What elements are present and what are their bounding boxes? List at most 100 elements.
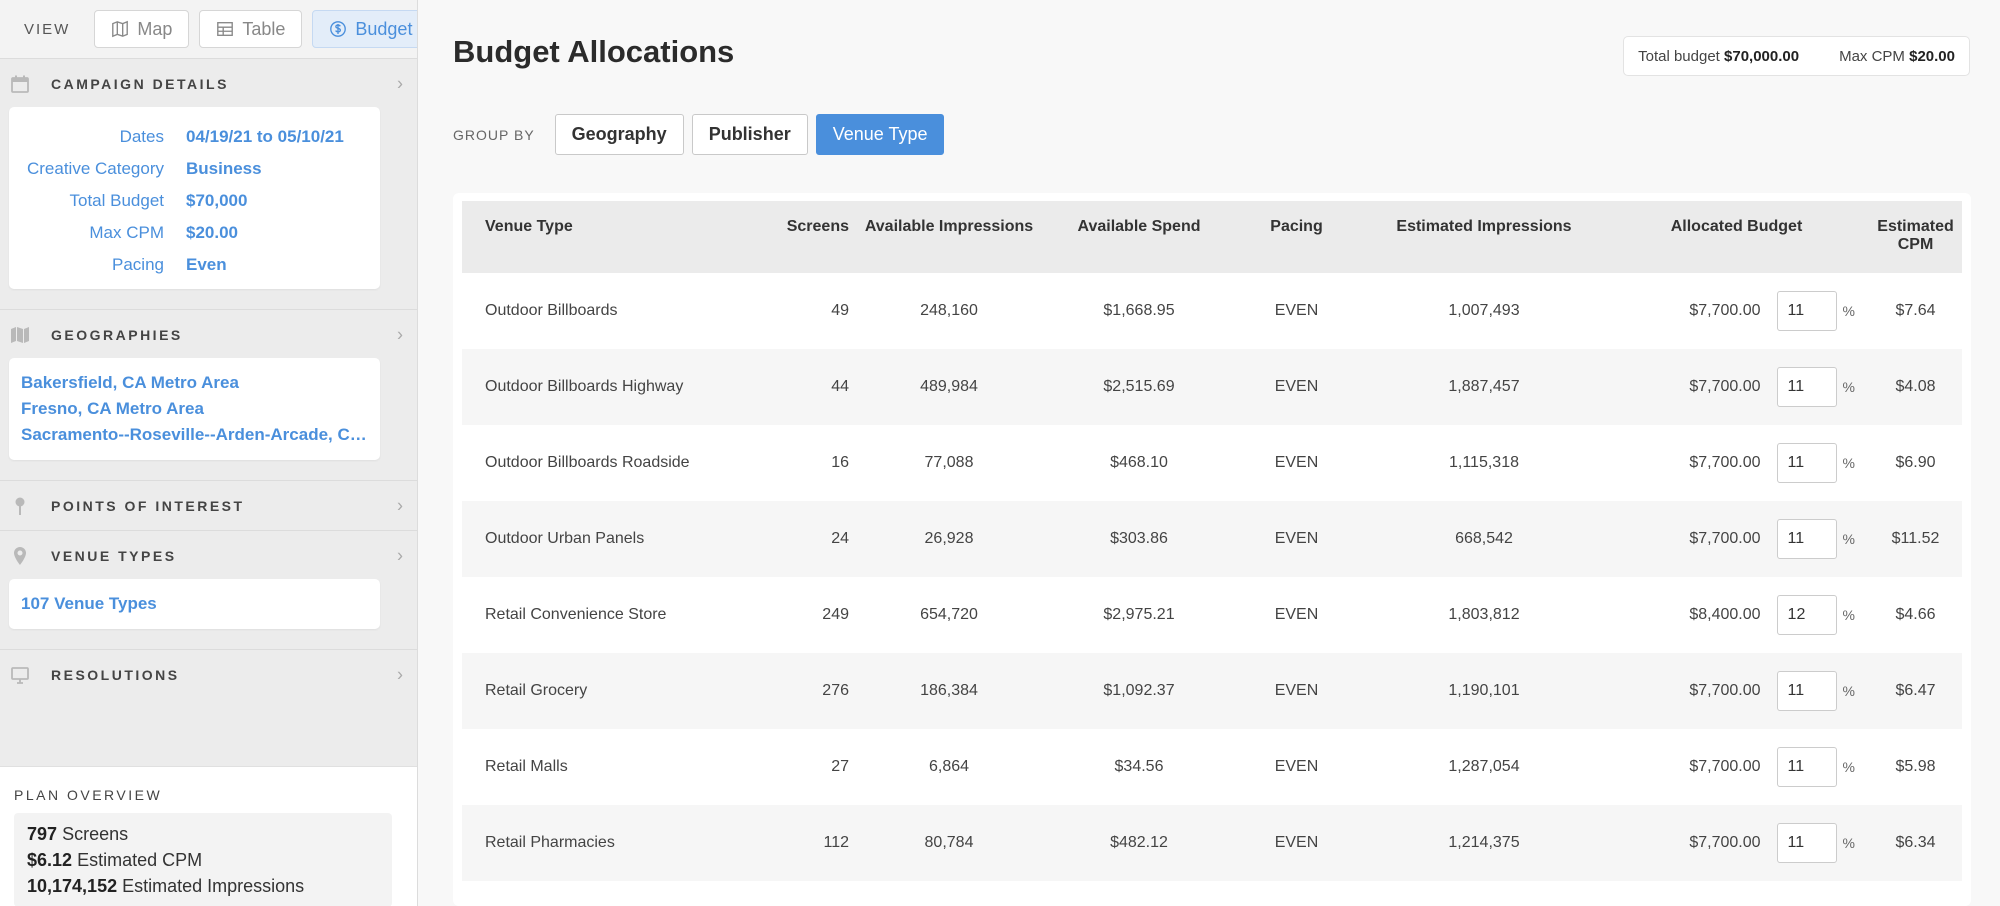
allocation-percent-input[interactable] bbox=[1776, 595, 1837, 635]
venue-types-card: 107 Venue Types bbox=[9, 579, 380, 629]
cell-pacing: EVEN bbox=[1274, 454, 1319, 471]
cell-screens: 49 bbox=[831, 302, 849, 319]
cell-allocated-budget: $7,700.00 % bbox=[1604, 273, 1869, 349]
detail-key: Dates bbox=[119, 127, 164, 146]
cell-allocated-budget: $7,700.00 % bbox=[1604, 425, 1869, 501]
cell-estimated-cpm: $6.34 bbox=[1895, 834, 1936, 851]
group-by-label: GROUP BY bbox=[453, 126, 535, 143]
detail-value: Business bbox=[186, 159, 262, 178]
allocation-control: $7,700.00 % bbox=[1604, 367, 1869, 407]
cell-available-impressions: 654,720 bbox=[920, 606, 978, 623]
cell-screens: 276 bbox=[822, 682, 849, 699]
table-row: Outdoor Billboards Roadside 16 77,088 $4… bbox=[462, 425, 1962, 501]
cell-estimated-impressions: 1,214,375 bbox=[1448, 834, 1520, 851]
header-allocated-budget[interactable]: Allocated Budget bbox=[1604, 201, 1869, 273]
allocation-control: $7,700.00 % bbox=[1604, 443, 1869, 483]
cell-estimated-impressions: 1,887,457 bbox=[1448, 378, 1520, 395]
venue-types-header[interactable]: VENUE TYPES › bbox=[0, 531, 417, 581]
table-view-button[interactable]: Table bbox=[199, 10, 303, 48]
detail-row-pacing: Pacing Even bbox=[9, 249, 380, 281]
header-venue-type[interactable]: Venue Type bbox=[462, 201, 742, 273]
campaign-details-header[interactable]: CAMPAIGN DETAILS › bbox=[0, 59, 417, 109]
allocation-percent-input[interactable] bbox=[1776, 823, 1837, 863]
allocation-control: $7,700.00 % bbox=[1604, 291, 1869, 331]
geographies-header[interactable]: GEOGRAPHIES › bbox=[0, 310, 417, 360]
header-pacing[interactable]: Pacing bbox=[1229, 201, 1364, 273]
group-by-venue-type-button[interactable]: Venue Type bbox=[815, 114, 945, 155]
header-estimated-impressions[interactable]: Estimated Impressions bbox=[1364, 201, 1604, 273]
detail-key: Total Budget bbox=[69, 191, 164, 210]
allocation-percent-input[interactable] bbox=[1776, 291, 1837, 331]
chevron-right-icon: › bbox=[397, 545, 403, 566]
allocation-percent-input[interactable] bbox=[1776, 443, 1837, 483]
cell-available-spend: $2,975.21 bbox=[1103, 606, 1175, 623]
cell-available-spend: $482.12 bbox=[1110, 834, 1168, 851]
map-view-button[interactable]: Map bbox=[94, 10, 190, 48]
cell-screens: 44 bbox=[831, 378, 849, 395]
group-by-geography-button[interactable]: Geography bbox=[554, 114, 684, 155]
allocations-table: Venue Type Screens Available Impressions… bbox=[462, 201, 1962, 881]
table-header-row: Venue Type Screens Available Impressions… bbox=[462, 201, 1962, 273]
cell-available-impressions: 26,928 bbox=[924, 530, 974, 547]
plan-overview-title: PLAN OVERVIEW bbox=[14, 787, 163, 803]
cell-available-spend: $34.56 bbox=[1114, 758, 1164, 775]
detail-row-dates: Dates 04/19/21 to 05/10/21 bbox=[9, 121, 380, 153]
plan-impressions-label: Estimated Impressions bbox=[122, 876, 305, 896]
main-content: Budget Allocations Total budget $70,000.… bbox=[419, 0, 2000, 906]
header-available-impressions[interactable]: Available Impressions bbox=[849, 201, 1049, 273]
total-budget-value: $70,000.00 bbox=[1724, 47, 1800, 65]
cell-available-impressions: 77,088 bbox=[924, 454, 974, 471]
geography-item: Bakersfield, CA Metro Area bbox=[21, 373, 239, 392]
allocation-percent-input[interactable] bbox=[1776, 747, 1837, 787]
cell-estimated-cpm: $7.64 bbox=[1895, 302, 1936, 319]
cell-venue-type: Retail Grocery bbox=[485, 682, 588, 699]
allocation-control: $7,700.00 % bbox=[1604, 671, 1869, 711]
header-estimated-cpm[interactable]: Estimated CPM bbox=[1869, 201, 1962, 273]
table-row: Retail Convenience Store 249 654,720 $2,… bbox=[462, 577, 1962, 653]
allocation-percent-input[interactable] bbox=[1776, 519, 1837, 559]
header-available-spend[interactable]: Available Spend bbox=[1049, 201, 1229, 273]
budget-view-button[interactable]: Budget bbox=[312, 10, 417, 48]
chevron-right-icon: › bbox=[397, 495, 403, 515]
campaign-details-title: CAMPAIGN DETAILS bbox=[51, 76, 229, 92]
table-row: Retail Malls 27 6,864 $34.56 EVEN 1,287,… bbox=[462, 729, 1962, 805]
cell-available-impressions: 80,784 bbox=[924, 834, 974, 851]
detail-key: Max CPM bbox=[89, 223, 164, 242]
cell-estimated-impressions: 1,115,318 bbox=[1449, 454, 1519, 471]
plan-screens-label: Screens bbox=[62, 824, 129, 844]
cell-allocated-budget: $7,700.00 % bbox=[1604, 653, 1869, 729]
plan-screens-value: 797 bbox=[27, 824, 58, 844]
resolutions-header[interactable]: RESOLUTIONS › bbox=[0, 650, 417, 700]
group-by-publisher-button[interactable]: Publisher bbox=[691, 114, 808, 155]
allocation-percent-input[interactable] bbox=[1776, 671, 1837, 711]
allocated-amount: $7,700.00 bbox=[1689, 834, 1761, 851]
plan-impressions: 10,174,152 Estimated Impressions bbox=[27, 873, 379, 899]
allocated-amount: $7,700.00 bbox=[1689, 530, 1761, 547]
cell-estimated-cpm: $4.66 bbox=[1895, 606, 1936, 623]
geographies-title: GEOGRAPHIES bbox=[51, 327, 183, 343]
cell-estimated-cpm: $4.08 bbox=[1895, 378, 1936, 395]
table-body: Outdoor Billboards 49 248,160 $1,668.95 … bbox=[462, 273, 1962, 881]
allocation-percent-input[interactable] bbox=[1776, 367, 1837, 407]
percent-symbol: % bbox=[1842, 683, 1855, 699]
geography-item: Fresno, CA Metro Area bbox=[21, 399, 204, 418]
max-cpm-value: $20.00 bbox=[1909, 47, 1955, 65]
venue-types-title: VENUE TYPES bbox=[51, 548, 177, 564]
points-of-interest-header[interactable]: POINTS OF INTEREST › bbox=[0, 481, 417, 531]
detail-value: $70,000 bbox=[186, 191, 248, 210]
allocated-amount: $7,700.00 bbox=[1689, 302, 1761, 319]
cell-allocated-budget: $7,700.00 % bbox=[1604, 501, 1869, 577]
cell-venue-type: Outdoor Billboards Roadside bbox=[485, 454, 690, 471]
percent-symbol: % bbox=[1842, 455, 1855, 471]
resolutions-title: RESOLUTIONS bbox=[51, 667, 180, 683]
allocated-amount: $8,400.00 bbox=[1689, 606, 1761, 623]
percent-symbol: % bbox=[1842, 303, 1855, 319]
calendar-icon bbox=[11, 75, 29, 93]
header-screens[interactable]: Screens bbox=[742, 201, 849, 273]
cell-estimated-cpm: $6.47 bbox=[1895, 682, 1936, 699]
max-cpm-label: Max CPM bbox=[1839, 47, 1905, 65]
cell-pacing: EVEN bbox=[1274, 682, 1319, 699]
plan-impressions-value: 10,174,152 bbox=[27, 876, 118, 896]
detail-key: Creative Category bbox=[26, 159, 164, 178]
cell-screens: 24 bbox=[831, 530, 849, 547]
